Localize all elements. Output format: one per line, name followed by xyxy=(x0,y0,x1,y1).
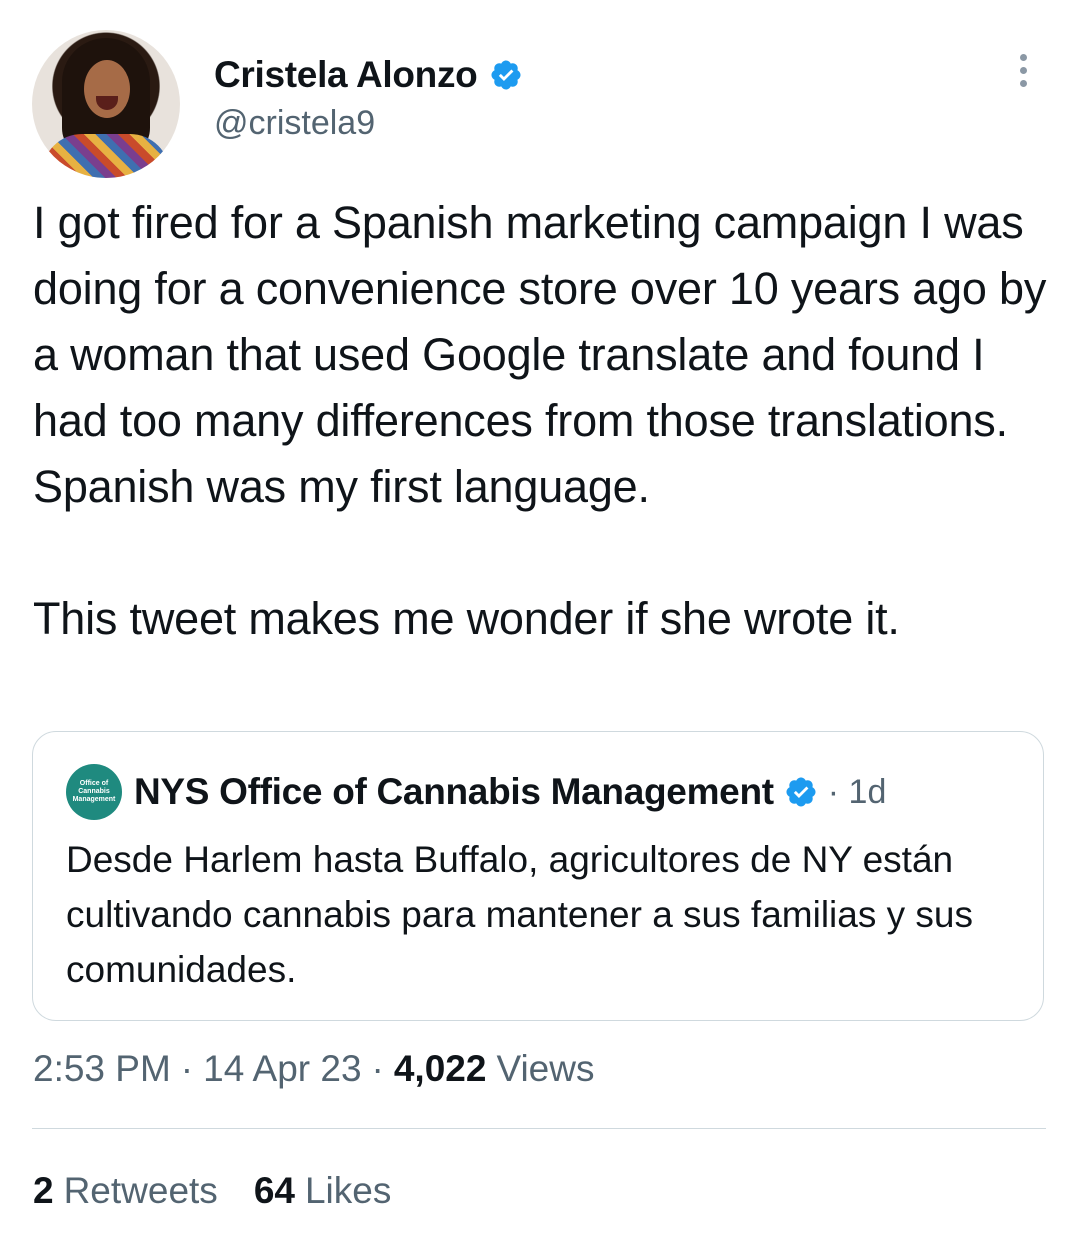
org-avatar[interactable]: Office of Cannabis Management xyxy=(66,764,122,820)
quoted-tweet-card[interactable]: Office of Cannabis Management NYS Office… xyxy=(32,731,1044,1021)
retweets-count: 2 xyxy=(33,1170,54,1211)
tweet-date[interactable]: 14 Apr 23 xyxy=(203,1048,361,1090)
likes-label: Likes xyxy=(304,1170,392,1211)
avatar-sweater xyxy=(42,134,170,178)
tweet-paragraph: I got fired for a Spanish marketing camp… xyxy=(33,197,1047,512)
author-handle[interactable]: @cristela9 xyxy=(214,104,375,143)
quoted-author-name[interactable]: NYS Office of Cannabis Management xyxy=(134,771,774,813)
likes-stat[interactable]: 64 Likes xyxy=(254,1170,392,1212)
quoted-tweet-header: Office of Cannabis Management NYS Office… xyxy=(66,764,886,820)
author-name-row: Cristela Alonzo xyxy=(214,54,523,96)
verified-badge-icon xyxy=(786,777,816,807)
tweet-meta: 2:53 PM · 14 Apr 23 · 4,022 Views xyxy=(33,1048,594,1090)
tweet-paragraph: This tweet makes me wonder if she wrote … xyxy=(33,593,900,644)
tweet-text: I got fired for a Spanish marketing camp… xyxy=(33,190,1053,652)
retweets-stat[interactable]: 2 Retweets xyxy=(33,1170,218,1212)
org-avatar-line: Management xyxy=(72,796,116,803)
quoted-tweet-time: · 1d xyxy=(827,772,887,811)
meta-separator: · xyxy=(180,1048,194,1089)
author-avatar[interactable] xyxy=(32,30,180,178)
org-avatar-line: Office of xyxy=(79,780,109,787)
tweet-stats: 2 Retweets 64 Likes xyxy=(33,1170,427,1212)
verified-badge-icon xyxy=(491,60,521,90)
quoted-tweet-text: Desde Harlem hasta Buffalo, agricultores… xyxy=(66,839,973,990)
retweets-label: Retweets xyxy=(63,1170,218,1211)
author-name[interactable]: Cristela Alonzo xyxy=(214,54,478,96)
tweet-time[interactable]: 2:53 PM xyxy=(33,1048,171,1090)
views-label[interactable]: Views xyxy=(496,1048,594,1090)
meta-separator: · xyxy=(371,1048,384,1089)
org-avatar-line: Cannabis xyxy=(78,788,110,795)
divider xyxy=(32,1128,1046,1129)
more-options-icon[interactable] xyxy=(1012,54,1034,94)
views-count[interactable]: 4,022 xyxy=(394,1048,487,1090)
likes-count: 64 xyxy=(253,1170,295,1211)
